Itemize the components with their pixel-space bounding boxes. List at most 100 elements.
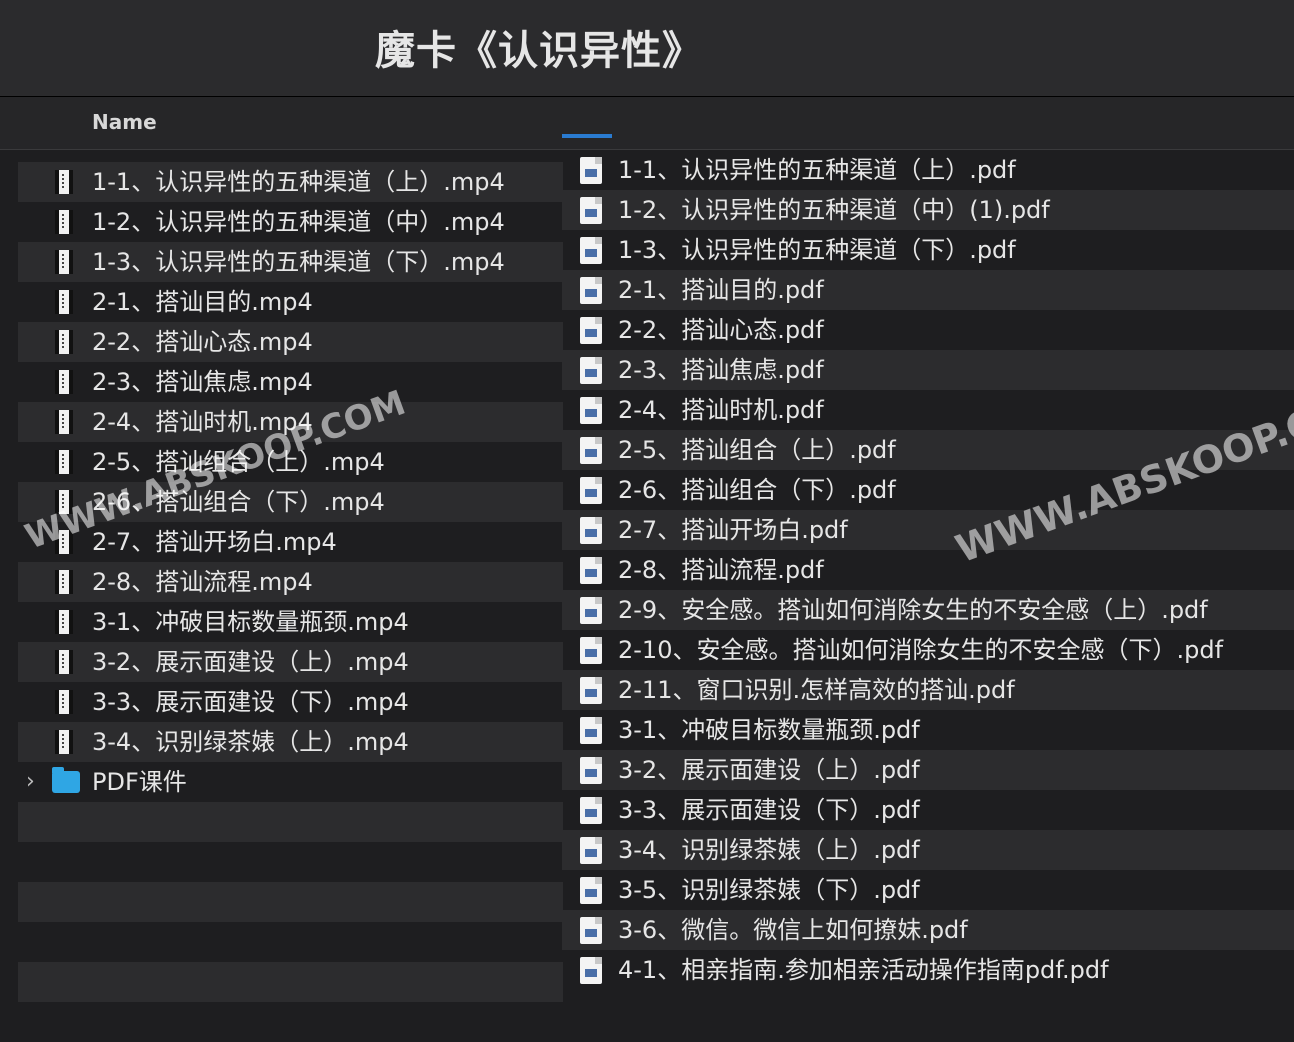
file-name: 1-1、认识异性的五种渠道（上）.pdf bbox=[618, 156, 1016, 184]
file-name: 4-1、相亲指南.参加相亲活动操作指南pdf.pdf bbox=[618, 956, 1109, 984]
file-name: 3-1、冲破目标数量瓶颈.mp4 bbox=[92, 608, 409, 636]
video-file-list: 1-1、认识异性的五种渠道（上）.mp4 1-2、认识异性的五种渠道（中）.mp4… bbox=[18, 162, 563, 1042]
folder-row-pdf[interactable]: › PDF课件 bbox=[18, 762, 563, 802]
file-name: 2-5、搭讪组合（上）.mp4 bbox=[92, 448, 385, 476]
file-name: 2-3、搭讪焦虑.mp4 bbox=[92, 368, 313, 396]
empty-row bbox=[18, 922, 563, 962]
list-item[interactable]: 3-4、识别绿茶婊（上）.pdf bbox=[562, 830, 1294, 870]
file-name: 3-1、冲破目标数量瓶颈.pdf bbox=[618, 716, 920, 744]
pdf-file-list: 1-1、认识异性的五种渠道（上）.pdf 1-2、认识异性的五种渠道（中）(1).… bbox=[562, 150, 1294, 990]
list-item[interactable]: 1-2、认识异性的五种渠道（中）.mp4 bbox=[18, 202, 563, 242]
list-item[interactable]: 1-1、认识异性的五种渠道（上）.mp4 bbox=[18, 162, 563, 202]
file-name: 2-9、安全感。搭讪如何消除女生的不安全感（上）.pdf bbox=[618, 596, 1208, 624]
list-item[interactable]: 1-3、认识异性的五种渠道（下）.mp4 bbox=[18, 242, 563, 282]
list-item[interactable]: 3-3、展示面建设（下）.mp4 bbox=[18, 682, 563, 722]
file-name: 1-2、认识异性的五种渠道（中）(1).pdf bbox=[618, 196, 1050, 224]
file-name: 3-3、展示面建设（下）.mp4 bbox=[92, 688, 409, 716]
file-name: 2-3、搭讪焦虑.pdf bbox=[618, 356, 824, 384]
name-column-header[interactable]: Name bbox=[92, 110, 157, 134]
list-item[interactable]: 3-1、冲破目标数量瓶颈.pdf bbox=[562, 710, 1294, 750]
list-item[interactable]: 2-1、搭讪目的.pdf bbox=[562, 270, 1294, 310]
pdf-file-icon bbox=[580, 757, 602, 784]
file-name: 2-8、搭讪流程.pdf bbox=[618, 556, 824, 584]
list-item[interactable]: 3-2、展示面建设（上）.mp4 bbox=[18, 642, 563, 682]
list-item[interactable]: 2-2、搭讪心态.mp4 bbox=[18, 322, 563, 362]
list-item[interactable]: 1-1、认识异性的五种渠道（上）.pdf bbox=[562, 150, 1294, 190]
pdf-file-icon bbox=[580, 957, 602, 984]
file-name: 2-2、搭讪心态.pdf bbox=[618, 316, 824, 344]
list-item[interactable]: 3-6、微信。微信上如何撩妹.pdf bbox=[562, 910, 1294, 950]
file-name: 1-3、认识异性的五种渠道（下）.pdf bbox=[618, 236, 1016, 264]
list-item[interactable]: 2-4、搭讪时机.mp4 bbox=[18, 402, 563, 442]
pdf-file-icon bbox=[580, 517, 602, 544]
file-name: 2-4、搭讪时机.pdf bbox=[618, 396, 824, 424]
list-item[interactable]: 3-2、展示面建设（上）.pdf bbox=[562, 750, 1294, 790]
folder-name: PDF课件 bbox=[92, 768, 187, 796]
pdf-file-icon bbox=[580, 797, 602, 824]
video-file-icon bbox=[55, 210, 73, 234]
pdf-file-icon bbox=[580, 157, 602, 184]
list-item[interactable]: 2-7、搭讪开场白.mp4 bbox=[18, 522, 563, 562]
video-file-icon bbox=[55, 370, 73, 394]
file-name: 2-4、搭讪时机.mp4 bbox=[92, 408, 313, 436]
empty-row bbox=[18, 882, 563, 922]
pdf-file-icon bbox=[580, 237, 602, 264]
video-file-icon bbox=[55, 730, 73, 754]
file-name: 2-8、搭讪流程.mp4 bbox=[92, 568, 313, 596]
list-item[interactable]: 2-6、搭讪组合（下）.mp4 bbox=[18, 482, 563, 522]
list-item[interactable]: 3-5、识别绿茶婊（下）.pdf bbox=[562, 870, 1294, 910]
video-file-icon bbox=[55, 170, 73, 194]
video-file-icon bbox=[55, 450, 73, 474]
empty-row bbox=[18, 962, 563, 1002]
file-name: 2-11、窗口识别.怎样高效的搭讪.pdf bbox=[618, 676, 1015, 704]
file-name: 2-10、安全感。搭讪如何消除女生的不安全感（下）.pdf bbox=[618, 636, 1224, 664]
file-name: 3-2、展示面建设（上）.mp4 bbox=[92, 648, 409, 676]
file-name: 2-7、搭讪开场白.mp4 bbox=[92, 528, 337, 556]
list-item[interactable]: 2-10、安全感。搭讪如何消除女生的不安全感（下）.pdf bbox=[562, 630, 1294, 670]
selection-divider bbox=[562, 134, 612, 138]
list-item[interactable]: 2-8、搭讪流程.mp4 bbox=[18, 562, 563, 602]
list-item[interactable]: 2-3、搭讪焦虑.mp4 bbox=[18, 362, 563, 402]
pdf-file-icon bbox=[580, 397, 602, 424]
file-name: 2-5、搭讪组合（上）.pdf bbox=[618, 436, 896, 464]
file-name: 1-3、认识异性的五种渠道（下）.mp4 bbox=[92, 248, 505, 276]
list-item[interactable]: 1-2、认识异性的五种渠道（中）(1).pdf bbox=[562, 190, 1294, 230]
list-item[interactable]: 3-3、展示面建设（下）.pdf bbox=[562, 790, 1294, 830]
pdf-file-icon bbox=[580, 597, 602, 624]
pdf-file-icon bbox=[580, 637, 602, 664]
file-name: 3-6、微信。微信上如何撩妹.pdf bbox=[618, 916, 968, 944]
list-item[interactable]: 2-5、搭讪组合（上）.mp4 bbox=[18, 442, 563, 482]
file-name: 3-5、识别绿茶婊（下）.pdf bbox=[618, 876, 920, 904]
pdf-file-icon bbox=[580, 277, 602, 304]
list-item[interactable]: 2-6、搭讪组合（下）.pdf bbox=[562, 470, 1294, 510]
list-item[interactable]: 2-4、搭讪时机.pdf bbox=[562, 390, 1294, 430]
list-item[interactable]: 3-1、冲破目标数量瓶颈.mp4 bbox=[18, 602, 563, 642]
pdf-file-icon bbox=[580, 557, 602, 584]
chevron-right-icon[interactable]: › bbox=[26, 762, 35, 802]
video-file-icon bbox=[55, 690, 73, 714]
pdf-file-icon bbox=[580, 877, 602, 904]
pdf-file-icon bbox=[580, 677, 602, 704]
list-item[interactable]: 2-5、搭讪组合（上）.pdf bbox=[562, 430, 1294, 470]
file-name: 3-3、展示面建设（下）.pdf bbox=[618, 796, 920, 824]
pdf-file-icon bbox=[580, 197, 602, 224]
list-item[interactable]: 2-9、安全感。搭讪如何消除女生的不安全感（上）.pdf bbox=[562, 590, 1294, 630]
pdf-file-icon bbox=[580, 917, 602, 944]
pdf-file-icon bbox=[580, 477, 602, 504]
list-item[interactable]: 3-4、识别绿茶婊（上）.mp4 bbox=[18, 722, 563, 762]
list-item[interactable]: 2-11、窗口识别.怎样高效的搭讪.pdf bbox=[562, 670, 1294, 710]
file-name: 3-4、识别绿茶婊（上）.pdf bbox=[618, 836, 920, 864]
list-item[interactable]: 2-7、搭讪开场白.pdf bbox=[562, 510, 1294, 550]
list-item[interactable]: 2-3、搭讪焦虑.pdf bbox=[562, 350, 1294, 390]
list-item[interactable]: 2-2、搭讪心态.pdf bbox=[562, 310, 1294, 350]
empty-row bbox=[18, 842, 563, 882]
empty-row bbox=[18, 1002, 563, 1042]
column-header[interactable]: Name bbox=[0, 97, 1294, 150]
list-item[interactable]: 2-1、搭讪目的.mp4 bbox=[18, 282, 563, 322]
file-name: 1-1、认识异性的五种渠道（上）.mp4 bbox=[92, 168, 505, 196]
video-file-icon bbox=[55, 410, 73, 434]
list-item[interactable]: 2-8、搭讪流程.pdf bbox=[562, 550, 1294, 590]
video-file-icon bbox=[55, 330, 73, 354]
list-item[interactable]: 4-1、相亲指南.参加相亲活动操作指南pdf.pdf bbox=[562, 950, 1294, 990]
list-item[interactable]: 1-3、认识异性的五种渠道（下）.pdf bbox=[562, 230, 1294, 270]
